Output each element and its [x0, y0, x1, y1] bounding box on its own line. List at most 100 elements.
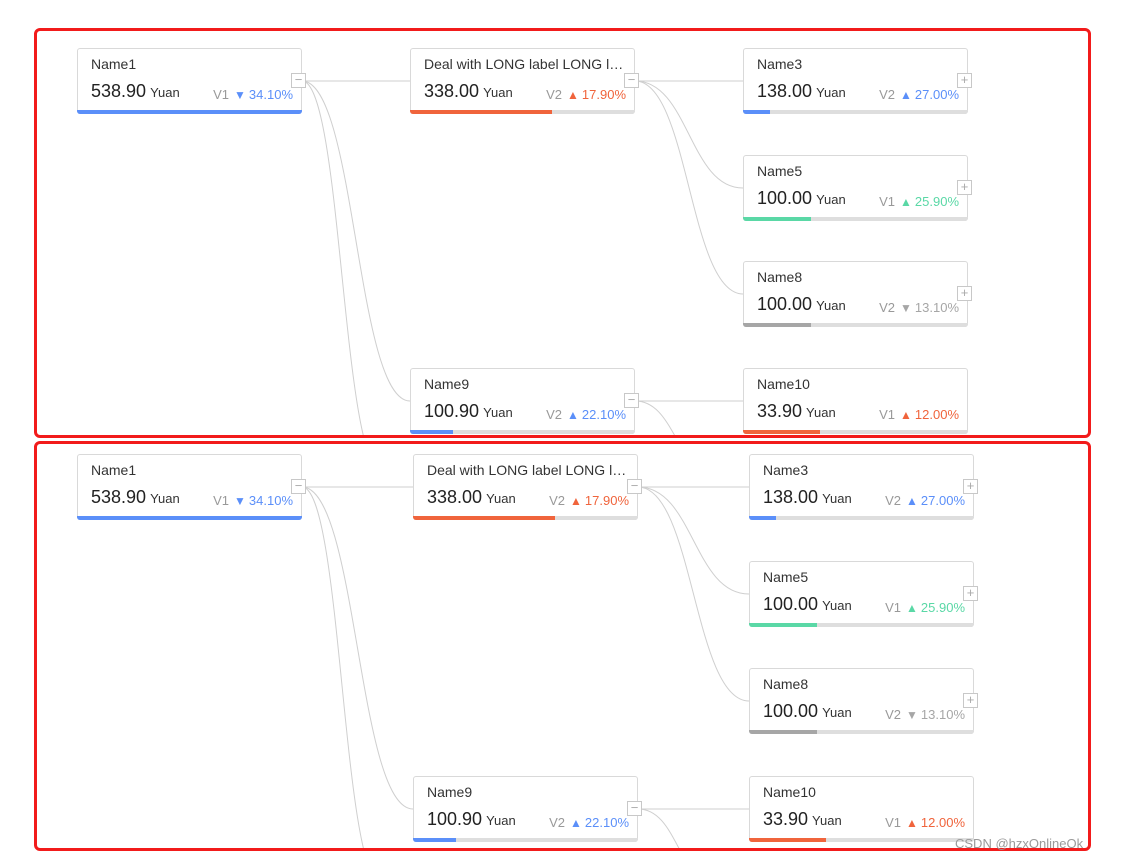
node-progress-fill: [413, 838, 456, 842]
node-change: V1 ▲ 25.90%: [885, 600, 965, 615]
node-percent: 13.10%: [920, 707, 965, 722]
node-tag: V1: [885, 600, 902, 615]
node-progress-track: [749, 623, 974, 627]
node-percent: 25.90%: [914, 194, 959, 209]
node-percent: 25.90%: [920, 600, 965, 615]
triangle-up-icon: ▲: [906, 816, 918, 830]
tree-node-n8[interactable]: Name8 100.00 Yuan V2 ▼ 13.10%: [749, 668, 974, 734]
node-tag: V2: [549, 493, 566, 508]
collapse-icon[interactable]: −: [627, 801, 642, 816]
node-unit: Yuan: [486, 813, 516, 828]
node-unit: Yuan: [150, 491, 180, 506]
node-unit: Yuan: [816, 192, 846, 207]
node-unit: Yuan: [150, 85, 180, 100]
node-progress-fill: [749, 838, 826, 842]
triangle-up-icon: ▲: [570, 494, 582, 508]
node-value: 338.00 Yuan: [427, 487, 516, 507]
tree-node-n1[interactable]: Name1 538.90 Yuan V1 ▼ 34.10%: [77, 454, 302, 520]
node-percent: 17.90%: [581, 87, 626, 102]
node-progress-fill: [749, 516, 776, 520]
node-progress-fill: [743, 323, 811, 327]
tree-node-n2[interactable]: Deal with LONG label LONG la... 338.00 Yu…: [413, 454, 638, 520]
tree-node-n5[interactable]: Name5 100.00 Yuan V1 ▲ 25.90%: [743, 155, 968, 221]
node-value: 338.00 Yuan: [424, 81, 513, 101]
collapse-icon[interactable]: −: [291, 479, 306, 494]
tree-node-n3[interactable]: Name3 138.00 Yuan V2 ▲ 27.00%: [749, 454, 974, 520]
tree-node-n5[interactable]: Name5 100.00 Yuan V1 ▲ 25.90%: [749, 561, 974, 627]
node-change: V1 ▲ 12.00%: [885, 815, 965, 830]
node-percent: 12.00%: [914, 407, 959, 422]
node-value: 138.00 Yuan: [757, 81, 846, 101]
node-unit: Yuan: [822, 705, 852, 720]
expand-icon[interactable]: +: [957, 286, 972, 301]
tree-node-n8[interactable]: Name8 100.00 Yuan V2 ▼ 13.10%: [743, 261, 968, 327]
node-progress-fill: [410, 110, 552, 114]
expand-icon[interactable]: +: [963, 693, 978, 708]
node-progress-fill: [77, 110, 302, 114]
node-change: V2 ▲ 17.90%: [546, 87, 626, 102]
node-tag: V2: [885, 707, 902, 722]
tree-node-n2[interactable]: Deal with LONG label LONG la... 338.00 Yu…: [410, 48, 635, 114]
node-tag: V2: [549, 815, 566, 830]
tree-node-n9[interactable]: Name9 100.90 Yuan V2 ▲ 22.10%: [410, 368, 635, 434]
triangle-down-icon: ▼: [234, 494, 246, 508]
expand-icon[interactable]: +: [957, 180, 972, 195]
node-tag: V1: [885, 815, 902, 830]
expand-icon[interactable]: +: [957, 73, 972, 88]
node-progress-track: [410, 110, 635, 114]
node-name: Deal with LONG label LONG la...: [424, 56, 624, 72]
node-progress-track: [743, 430, 968, 434]
tree-panel-bottom: Name1 538.90 Yuan V1 ▼ 34.10% − Deal with L…: [34, 441, 1091, 851]
node-percent: 12.00%: [920, 815, 965, 830]
tree-link: [301, 486, 414, 810]
expand-icon[interactable]: +: [963, 479, 978, 494]
node-percent: 34.10%: [248, 87, 293, 102]
node-value: 100.00 Yuan: [757, 294, 846, 314]
collapse-icon[interactable]: −: [624, 393, 639, 408]
tree-link: [634, 400, 676, 435]
node-value: 100.00 Yuan: [757, 188, 846, 208]
node-progress-track: [413, 516, 638, 520]
triangle-down-icon: ▼: [906, 708, 918, 722]
node-name: Name3: [763, 462, 809, 478]
node-unit: Yuan: [812, 813, 842, 828]
node-progress-fill: [77, 516, 302, 520]
tree-link: [634, 80, 744, 295]
triangle-up-icon: ▲: [567, 408, 579, 422]
node-progress-track: [743, 110, 968, 114]
node-percent: 22.10%: [581, 407, 626, 422]
tree-node-n1[interactable]: Name1 538.90 Yuan V1 ▼ 34.10%: [77, 48, 302, 114]
tree-link: [301, 486, 364, 848]
node-tag: V1: [879, 407, 896, 422]
node-progress-track: [749, 730, 974, 734]
node-percent: 22.10%: [584, 815, 629, 830]
node-unit: Yuan: [822, 598, 852, 613]
tree-node-n10[interactable]: Name10 33.90 Yuan V1 ▲ 12.00%: [749, 776, 974, 842]
node-progress-track: [413, 838, 638, 842]
node-change: V2 ▲ 22.10%: [546, 407, 626, 422]
node-unit: Yuan: [816, 85, 846, 100]
node-change: V2 ▲ 22.10%: [549, 815, 629, 830]
node-percent: 13.10%: [914, 300, 959, 315]
node-name: Name3: [757, 56, 803, 72]
tree-node-n10[interactable]: Name10 33.90 Yuan V1 ▲ 12.00%: [743, 368, 968, 434]
collapse-icon[interactable]: −: [624, 73, 639, 88]
tree-node-n9[interactable]: Name9 100.90 Yuan V2 ▲ 22.10%: [413, 776, 638, 842]
node-progress-fill: [413, 516, 555, 520]
expand-icon[interactable]: +: [963, 586, 978, 601]
tree-link: [637, 808, 680, 848]
node-value: 100.90 Yuan: [427, 809, 516, 829]
tree-link: [301, 80, 411, 402]
node-change: V1 ▼ 34.10%: [213, 493, 293, 508]
node-tag: V1: [879, 194, 896, 209]
tree-link: [634, 80, 744, 189]
collapse-icon[interactable]: −: [627, 479, 642, 494]
collapse-icon[interactable]: −: [291, 73, 306, 88]
node-change: V1 ▼ 34.10%: [213, 87, 293, 102]
node-value: 33.90 Yuan: [763, 809, 842, 829]
watermark: CSDN @hzxOnlineOk: [955, 836, 1084, 851]
node-tag: V2: [546, 87, 563, 102]
node-progress-track: [749, 838, 974, 842]
tree-node-n3[interactable]: Name3 138.00 Yuan V2 ▲ 27.00%: [743, 48, 968, 114]
node-progress-fill: [749, 623, 817, 627]
